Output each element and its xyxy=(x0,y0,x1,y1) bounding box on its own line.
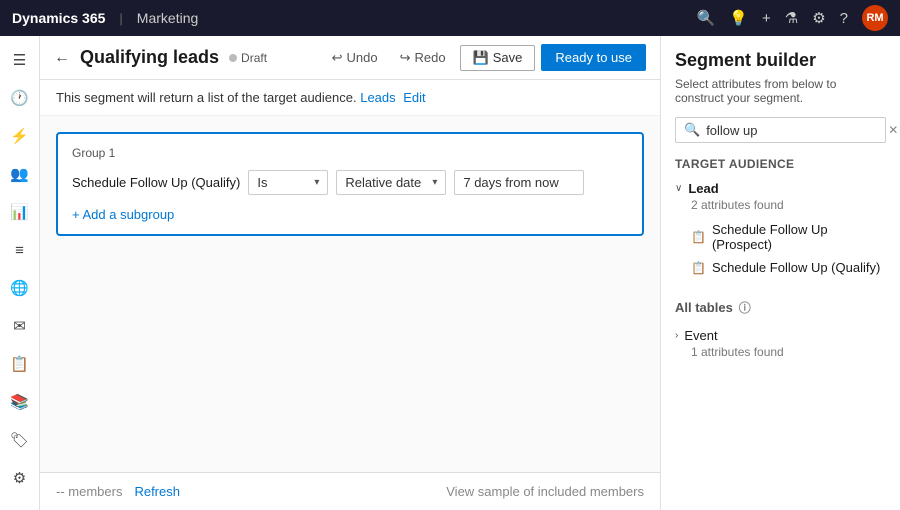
refresh-link[interactable]: Refresh xyxy=(134,484,180,499)
condition-attribute: Schedule Follow Up (Qualify) xyxy=(72,175,240,190)
operator-value: Is xyxy=(257,175,267,190)
sidebar-segments-icon[interactable]: ≡ xyxy=(4,234,36,266)
panel-title: Segment builder xyxy=(675,50,886,71)
status-dot xyxy=(229,54,237,62)
add-subgroup-button[interactable]: + Add a subgroup xyxy=(72,207,628,222)
sidebar-library-icon[interactable]: 📚 xyxy=(4,386,36,418)
sidebar-analytics-icon[interactable]: 📊 xyxy=(4,196,36,228)
attribute-icon-2: 📋 xyxy=(691,261,706,275)
segment-area: Group 1 Schedule Follow Up (Qualify) Is … xyxy=(40,116,660,472)
date-value-box: 7 days from now xyxy=(454,170,584,195)
info-icon: ⓘ xyxy=(739,299,751,316)
members-text: -- members xyxy=(56,484,122,499)
attribute-icon-1: 📋 xyxy=(691,230,706,244)
main-layout: ☰ 🕐 ⚡ 👥 📊 ≡ 🌐 ✉ 📋 📚 🏷 ⚙ ← Qualifying lea… xyxy=(0,36,900,510)
event-group: › Event 1 attributes found xyxy=(675,326,886,359)
operator-chevron: ▾ xyxy=(314,177,319,188)
event-group-count: 1 attributes found xyxy=(675,345,886,359)
clear-search-button[interactable]: ✕ xyxy=(888,123,898,137)
header-actions: ↩ Undo ↪ Redo 💾 Save Ready to use xyxy=(324,44,646,71)
save-label: Save xyxy=(493,50,523,65)
event-group-name: Event xyxy=(684,328,717,343)
status-label: Draft xyxy=(241,51,267,65)
sidebar-forms-icon[interactable]: 📋 xyxy=(4,348,36,380)
top-nav-icons: 🔍 💡 + ⚗ ⚙ ? RM xyxy=(697,5,888,31)
page-title: Qualifying leads xyxy=(80,47,219,68)
attribute-item[interactable]: 📋 Schedule Follow Up (Qualify) xyxy=(675,256,886,279)
ready-label: Ready to use xyxy=(555,50,632,65)
panel-search-box[interactable]: 🔍 ✕ xyxy=(675,117,886,143)
bottom-bar: -- members Refresh View sample of includ… xyxy=(40,472,660,510)
group-box: Group 1 Schedule Follow Up (Qualify) Is … xyxy=(56,132,644,236)
add-subgroup-label: + Add a subgroup xyxy=(72,207,174,222)
all-tables-header: All tables ⓘ xyxy=(675,299,886,316)
entity-link[interactable]: Leads xyxy=(360,90,395,105)
attribute-label-2: Schedule Follow Up (Qualify) xyxy=(712,260,880,275)
lead-group-count: 2 attributes found xyxy=(675,198,886,212)
undo-button[interactable]: ↩ Undo xyxy=(324,46,386,70)
top-nav: Dynamics 365 | Marketing 🔍 💡 + ⚗ ⚙ ? RM xyxy=(0,0,900,36)
sidebar-web-icon[interactable]: 🌐 xyxy=(4,272,36,304)
redo-label: Redo xyxy=(414,50,445,65)
search-icon[interactable]: 🔍 xyxy=(697,9,716,27)
date-type-value: Relative date xyxy=(345,175,421,190)
user-avatar[interactable]: RM xyxy=(862,5,888,31)
view-sample-link[interactable]: View sample of included members xyxy=(446,484,644,499)
group-label: Group 1 xyxy=(72,146,628,160)
left-sidebar: ☰ 🕐 ⚡ 👥 📊 ≡ 🌐 ✉ 📋 📚 🏷 ⚙ xyxy=(0,36,40,510)
notification-icon[interactable]: 💡 xyxy=(729,9,748,27)
sidebar-activity-icon[interactable]: ⚡ xyxy=(4,120,36,152)
redo-icon: ↪ xyxy=(400,50,411,66)
settings-icon[interactable]: ⚙ xyxy=(812,9,825,27)
page-header: ← Qualifying leads Draft ↩ Undo ↪ Redo 💾… xyxy=(40,36,660,80)
edit-link[interactable]: Edit xyxy=(403,90,425,105)
app-title: Dynamics 365 xyxy=(12,10,105,26)
sidebar-contacts-icon[interactable]: 👥 xyxy=(4,158,36,190)
info-bar: This segment will return a list of the t… xyxy=(40,80,660,116)
undo-icon: ↩ xyxy=(332,50,343,66)
sidebar-tags-icon[interactable]: 🏷 xyxy=(4,424,36,456)
target-audience-label: Target audience xyxy=(675,157,886,171)
main-content: ← Qualifying leads Draft ↩ Undo ↪ Redo 💾… xyxy=(40,36,660,510)
operator-select[interactable]: Is ▾ xyxy=(248,170,328,195)
undo-label: Undo xyxy=(347,50,378,65)
event-expand-icon: › xyxy=(675,330,678,341)
date-value: 7 days from now xyxy=(463,175,558,190)
all-tables-label: All tables xyxy=(675,300,733,315)
save-button[interactable]: 💾 Save xyxy=(460,45,536,71)
attribute-label-1: Schedule Follow Up (Prospect) xyxy=(712,222,886,252)
save-icon: 💾 xyxy=(473,50,489,66)
condition-row: Schedule Follow Up (Qualify) Is ▾ Relati… xyxy=(72,170,628,195)
back-button[interactable]: ← xyxy=(54,49,70,67)
search-input[interactable] xyxy=(706,123,882,138)
lead-collapse-icon: ∨ xyxy=(675,183,682,194)
sidebar-recent-icon[interactable]: 🕐 xyxy=(4,82,36,114)
info-text: This segment will return a list of the t… xyxy=(56,90,357,105)
nav-divider: | xyxy=(119,11,122,26)
status-badge: Draft xyxy=(229,51,267,65)
module-title: Marketing xyxy=(137,10,198,26)
right-panel: Segment builder Select attributes from b… xyxy=(660,36,900,510)
add-icon[interactable]: + xyxy=(762,10,771,27)
lead-group-name: Lead xyxy=(688,181,718,196)
lead-group-header[interactable]: ∨ Lead xyxy=(675,179,886,198)
sidebar-settings-icon[interactable]: ⚙ xyxy=(4,462,36,494)
search-icon: 🔍 xyxy=(684,122,700,138)
sidebar-email-icon[interactable]: ✉ xyxy=(4,310,36,342)
sidebar-menu-icon[interactable]: ☰ xyxy=(4,44,36,76)
filter-icon[interactable]: ⚗ xyxy=(785,9,798,27)
date-type-select[interactable]: Relative date ▾ xyxy=(336,170,446,195)
ready-to-use-button[interactable]: Ready to use xyxy=(541,44,646,71)
panel-subtitle: Select attributes from below to construc… xyxy=(675,77,886,105)
attribute-item[interactable]: 📋 Schedule Follow Up (Prospect) xyxy=(675,218,886,256)
date-type-chevron: ▾ xyxy=(432,177,437,188)
event-group-header[interactable]: › Event xyxy=(675,326,886,345)
help-icon[interactable]: ? xyxy=(840,10,848,27)
redo-button[interactable]: ↪ Redo xyxy=(392,46,454,70)
lead-group: ∨ Lead 2 attributes found 📋 Schedule Fol… xyxy=(675,179,886,279)
